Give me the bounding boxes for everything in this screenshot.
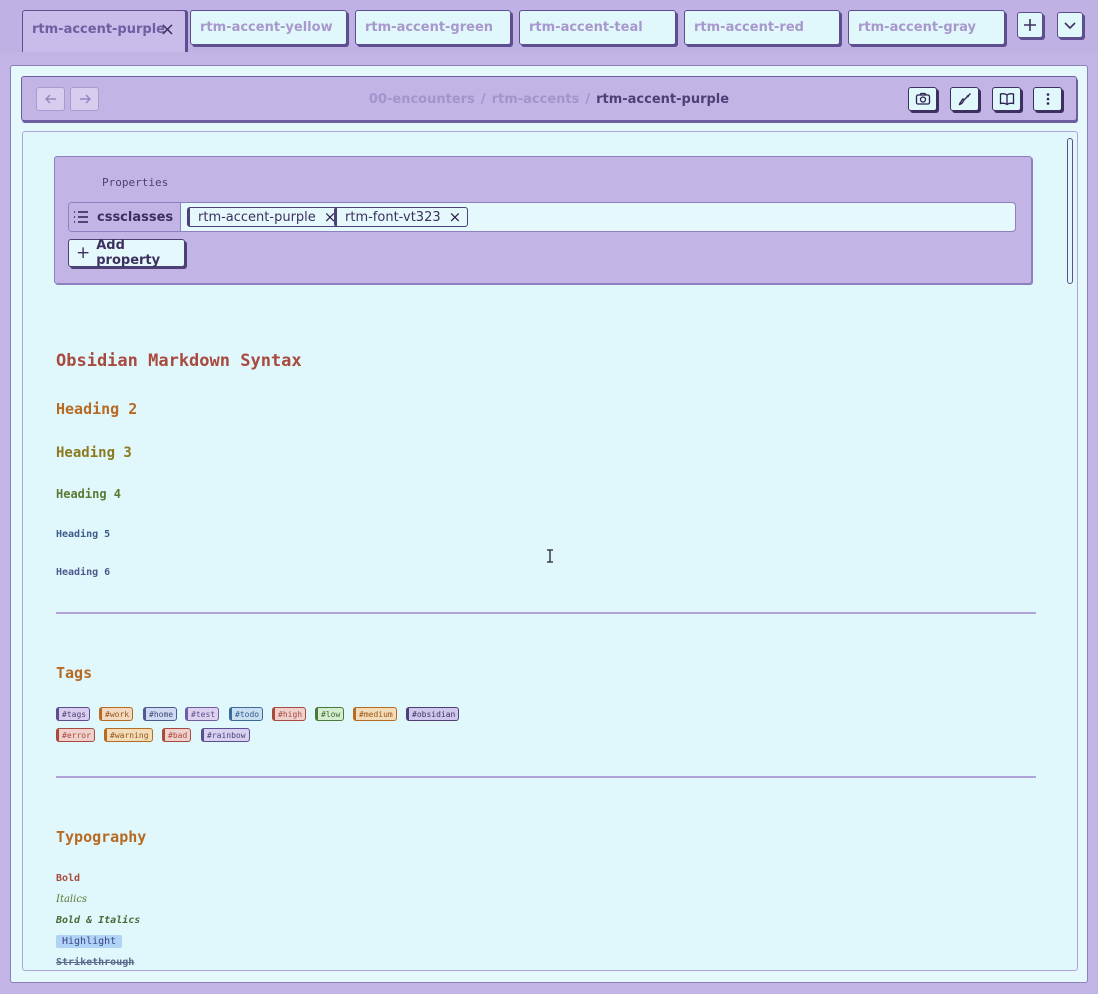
plus-icon: + <box>76 243 91 263</box>
tag[interactable]: #rainbow <box>201 728 250 742</box>
highlight-text: Highlight <box>56 935 123 948</box>
property-key-label: cssclasses <box>97 209 174 225</box>
breadcrumb-separator: / <box>585 92 591 107</box>
scrollbar[interactable] <box>1067 138 1073 284</box>
view-header: 00-encounters / rtm-accents / rtm-accent… <box>21 76 1077 121</box>
heading-3: Heading 3 <box>56 445 132 461</box>
brush-button[interactable] <box>950 87 979 111</box>
breadcrumb-current[interactable]: rtm-accent-purple <box>596 92 729 107</box>
tab-bar: rtm-accent-purple × rtm-accent-yellow rt… <box>0 0 1098 52</box>
breadcrumb-part[interactable]: rtm-accents <box>492 92 580 107</box>
tab-label: rtm-accent-red <box>694 20 804 35</box>
property-key[interactable]: cssclasses <box>69 203 181 231</box>
tab-rtm-accent-yellow[interactable]: rtm-accent-yellow <box>190 10 347 45</box>
plus-icon <box>1024 19 1036 31</box>
heading-1: Obsidian Markdown Syntax <box>56 351 302 371</box>
arrow-left-icon <box>44 94 56 104</box>
property-value-pill[interactable]: rtm-accent-purple × <box>187 207 344 227</box>
tag[interactable]: #obsidian <box>406 707 460 721</box>
tags-heading: Tags <box>56 664 93 682</box>
horizontal-rule <box>56 612 1036 614</box>
close-icon[interactable]: × <box>160 19 175 40</box>
properties-panel: Properties cssclasses rtm-accent-purple … <box>54 156 1032 284</box>
more-vertical-icon <box>1046 93 1049 105</box>
remove-icon[interactable]: × <box>449 208 462 226</box>
back-button[interactable] <box>36 87 65 111</box>
tab-label: rtm-accent-purple <box>32 22 165 37</box>
brush-icon <box>958 93 971 106</box>
new-tab-button[interactable] <box>1017 12 1043 38</box>
tag[interactable]: #medium <box>353 707 397 721</box>
tag[interactable]: #low <box>315 707 345 721</box>
tab-rtm-accent-red[interactable]: rtm-accent-red <box>684 10 840 45</box>
bold-italic-text: Bold & Italics <box>56 915 141 926</box>
tag[interactable]: #error <box>56 728 95 742</box>
tab-label: rtm-accent-green <box>365 20 494 35</box>
breadcrumb-part[interactable]: 00-encounters <box>369 92 475 107</box>
camera-icon <box>915 92 930 105</box>
tag[interactable]: #high <box>272 707 307 721</box>
tag[interactable]: #warning <box>104 728 153 742</box>
more-options-button[interactable] <box>1033 87 1062 111</box>
tag[interactable]: #test <box>185 707 220 721</box>
bold-text: Bold <box>56 873 81 884</box>
italic-text: Italics <box>56 894 88 905</box>
property-value-pill[interactable]: rtm-font-vt323 × <box>334 207 469 227</box>
tag[interactable]: #tags <box>56 707 91 721</box>
tab-rtm-accent-green[interactable]: rtm-accent-green <box>355 10 511 45</box>
heading-5: Heading 5 <box>56 529 111 540</box>
pill-label: rtm-accent-purple <box>198 209 316 225</box>
heading-2: Heading 2 <box>56 400 138 418</box>
strikethrough-text: Strikethrough <box>56 957 135 968</box>
reading-view-button[interactable] <box>992 87 1021 111</box>
pill-label: rtm-font-vt323 <box>345 209 441 225</box>
tag[interactable]: #work <box>99 707 134 721</box>
tag[interactable]: #todo <box>229 707 264 721</box>
heading-6: Heading 6 <box>56 567 111 578</box>
forward-button[interactable] <box>70 87 99 111</box>
tab-label: rtm-accent-gray <box>858 20 976 35</box>
heading-4: Heading 4 <box>56 487 122 501</box>
add-property-label: Add property <box>96 238 161 268</box>
tab-label: rtm-accent-yellow <box>200 20 333 35</box>
camera-button[interactable] <box>908 87 937 111</box>
text-cursor-icon <box>547 549 553 563</box>
list-icon <box>74 211 88 223</box>
tab-rtm-accent-teal[interactable]: rtm-accent-teal <box>519 10 676 45</box>
chevron-down-icon <box>1064 22 1076 30</box>
arrow-right-icon <box>79 94 91 104</box>
breadcrumb-separator: / <box>480 92 486 107</box>
horizontal-rule <box>56 776 1036 778</box>
properties-heading: Properties <box>102 176 169 189</box>
tab-rtm-accent-gray[interactable]: rtm-accent-gray <box>848 10 1005 45</box>
tab-rtm-accent-purple[interactable]: rtm-accent-purple × <box>22 10 186 52</box>
tab-label: rtm-accent-teal <box>529 20 643 35</box>
tag[interactable]: #home <box>143 707 178 721</box>
tag[interactable]: #bad <box>162 728 192 742</box>
add-property-button[interactable]: + Add property <box>68 238 185 268</box>
property-row-cssclasses[interactable]: cssclasses rtm-accent-purple × rtm-font-… <box>68 202 1016 232</box>
tab-list-button[interactable] <box>1057 12 1083 38</box>
typography-heading: Typography <box>56 828 147 846</box>
book-open-icon <box>999 93 1014 106</box>
